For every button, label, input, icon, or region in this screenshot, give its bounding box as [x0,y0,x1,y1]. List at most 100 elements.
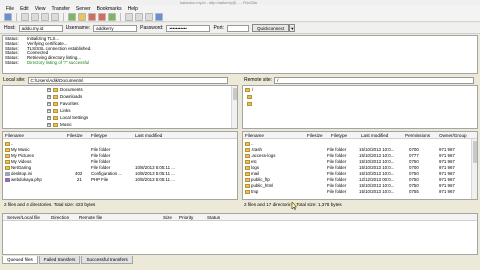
quickconnect-dropdown-icon[interactable]: ▼ [289,24,296,32]
expand-icon[interactable]: + [47,122,51,127]
local-tree-scrollbar[interactable] [231,86,237,128]
list-item[interactable]: .trash File folder 15/10/2013 10:0... 07… [243,147,477,153]
filter-icon[interactable] [125,12,133,21]
expand-icon[interactable]: + [47,87,51,92]
port-label: Port: [213,25,225,31]
col-size[interactable]: Size [163,215,172,220]
tab-failed-transfers[interactable]: Failed transfers [38,256,81,264]
col-priority[interactable]: Priority [179,215,193,220]
toggle-local-tree-icon[interactable] [31,12,39,21]
process-queue-icon[interactable] [78,12,86,21]
col-filetype[interactable]: Filetype [331,133,347,138]
tree-item[interactable]: + Downloads [47,94,82,99]
col-filename[interactable]: Filename [5,133,24,138]
col-status[interactable]: Status [207,215,220,220]
list-item[interactable]: NetGaring File folder 10/8/2013 5:05:11 … [3,165,237,171]
tree-item-root[interactable]: / [245,87,253,92]
menu-transfer[interactable]: Transfer [51,6,69,12]
site-manager-icon[interactable] [4,12,12,21]
list-item[interactable]: etc File folder 15/10/2013 10:0... 0750 … [243,159,477,165]
tree-item[interactable]: + Links [47,108,71,113]
folder-icon [245,183,250,188]
remote-site-path-input[interactable]: / [274,76,475,84]
toolbar-separator [63,12,64,21]
col-filesize[interactable]: Filesize [67,133,83,138]
refresh-icon[interactable] [68,12,76,21]
col-server-local-file[interactable]: Server/Local file [7,215,40,220]
cancel-icon[interactable] [88,12,96,21]
menu-file[interactable]: File [6,6,14,12]
menu-view[interactable]: View [35,6,46,12]
password-input[interactable]: ••••••••••• [166,24,211,32]
scroll-thumb[interactable] [473,141,477,163]
tree-item[interactable]: + Documents [47,87,83,92]
menu-server[interactable]: Server [76,6,91,12]
reconnect-icon[interactable] [108,12,116,21]
expand-icon[interactable]: + [47,108,51,113]
toolbar-separator [120,12,121,21]
col-last-modified[interactable]: Last modified [361,133,388,138]
sync-browse-icon[interactable] [145,12,153,21]
quickconnect-bar: Host: addu.my.id Username: addkerry Pass… [0,23,480,34]
folder-icon [245,153,250,158]
menu-bookmarks[interactable]: Bookmarks [97,6,122,12]
col-owner-group[interactable]: Owner/Group [439,133,467,138]
unknown-folder-icon [247,101,252,106]
search-icon[interactable] [155,12,163,21]
tree-item[interactable]: + Music [47,122,72,127]
list-item[interactable]: desktop.ini 402 Configuration ... 10/8/2… [3,171,237,177]
list-item[interactable]: tmp File folder 15/10/2013 10:0... 0755 … [243,189,477,195]
toggle-remote-tree-icon[interactable] [41,12,49,21]
port-input[interactable] [227,24,250,32]
list-item[interactable]: My Videos File folder [3,159,237,165]
list-item[interactable]: logs File folder 15/10/2013 10:0... 0700… [243,165,477,171]
expand-icon[interactable]: + [47,101,51,106]
remote-file-list[interactable]: Filename Filesize Filetype Last modified… [242,131,478,200]
list-item[interactable]: public_html File folder 15/10/2013 10:0.… [243,183,477,189]
folder-icon [53,115,58,120]
list-item[interactable]: public_ftp File folder 12/12/2013 00:0..… [243,177,477,183]
local-file-list[interactable]: Filename Filesize Filetype Last modified… [2,131,238,200]
remote-list-header: Filename Filesize Filetype Last modified… [243,132,477,139]
tree-item[interactable] [247,101,252,106]
remote-directory-tree[interactable]: / [242,85,478,129]
col-filesize[interactable]: Filesize [307,133,323,138]
tab-successful-transfers[interactable]: Successful transfers [81,256,133,264]
compare-icon[interactable] [135,12,143,21]
list-item[interactable]: .. [243,141,477,147]
list-item[interactable]: webdokaya.php 21 PHP File 10/8/2013 5:05… [3,177,237,183]
list-item[interactable]: mail File folder 15/10/2013 10:0... 0750… [243,171,477,177]
tree-item[interactable]: + Favorites [47,101,79,106]
message-log[interactable]: Status: Initializing TLS... Status: Verify… [2,35,478,74]
col-filetype[interactable]: Filetype [91,133,107,138]
menu-edit[interactable]: Edit [20,6,29,12]
remote-list-scrollbar[interactable] [471,139,477,199]
host-label: Host: [4,25,16,31]
col-remote-file[interactable]: Remote file [79,215,102,220]
expand-icon[interactable]: + [47,115,51,120]
col-last-modified[interactable]: Last modified [135,133,162,138]
toggle-log-icon[interactable] [21,12,29,21]
local-site-path-input[interactable]: C:\Users\Adik\Documents\ [27,76,228,84]
local-directory-tree[interactable]: + Documents + Downloads + Favorites + Links … [2,85,238,129]
col-direction[interactable]: Direction [51,215,69,220]
scroll-thumb[interactable] [233,88,237,100]
tree-item[interactable]: + Local Settings [47,115,88,120]
col-permissions[interactable]: Permissions [405,133,430,138]
list-item[interactable]: My Music File folder [3,147,237,153]
disconnect-icon[interactable] [98,12,106,21]
list-item[interactable]: My Pictures File folder [3,153,237,159]
list-item[interactable]: .. [3,141,237,147]
quickconnect-button[interactable]: Quickconnect [252,24,290,32]
tab-queued-files[interactable]: Queued files [2,256,38,264]
transfer-queue[interactable]: Server/Local file Direction Remote file … [2,213,478,255]
col-filename[interactable]: Filename [245,133,264,138]
expand-icon[interactable]: + [47,94,51,99]
toggle-queue-icon[interactable] [51,12,59,21]
password-label: Password: [140,25,164,31]
username-input[interactable]: addkerry [93,24,138,32]
host-input[interactable]: addu.my.id [18,24,63,32]
list-item[interactable]: .access-logs File folder 15/10/2013 10:0… [243,153,477,159]
menu-help[interactable]: Help [128,6,138,12]
tree-item[interactable] [247,94,252,99]
